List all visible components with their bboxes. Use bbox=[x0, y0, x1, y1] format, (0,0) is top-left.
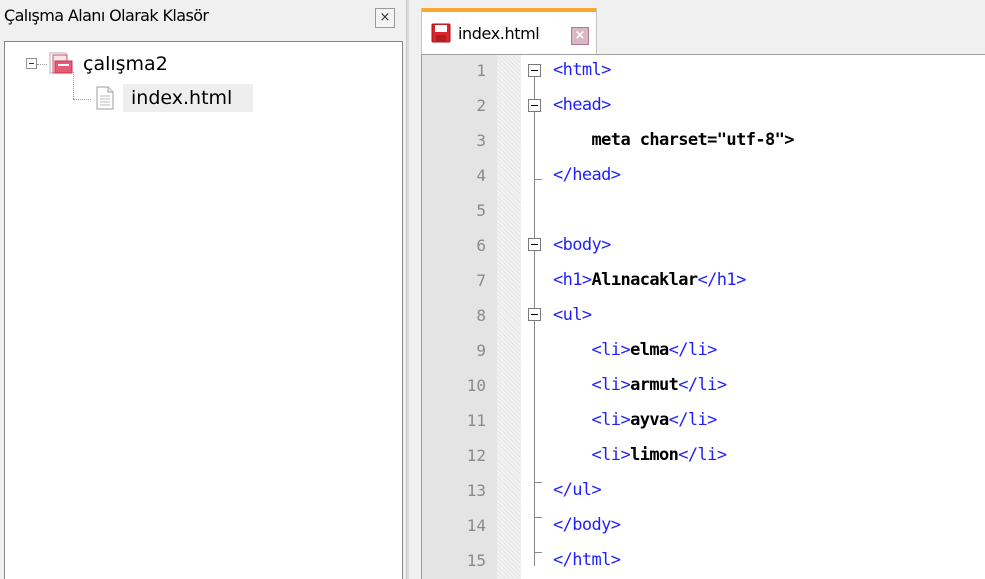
code-editor[interactable]: 1 2 3 4 5 6 7 8 9 10 11 12 13 14 15 <html> <head> meta … bbox=[421, 54, 985, 579]
code-line: <li>limon</li> bbox=[553, 445, 728, 465]
tree-connector bbox=[73, 99, 91, 100]
fold-guide bbox=[534, 77, 535, 99]
line-number: 7 bbox=[476, 271, 486, 290]
panel-title-bar: Çalışma Alanı Olarak Klasör × bbox=[0, 0, 405, 38]
tree-item-root[interactable]: çalışma2 bbox=[5, 50, 395, 78]
tab-label: index.html bbox=[458, 24, 540, 43]
line-number: 11 bbox=[466, 411, 486, 430]
code-line: <ul> bbox=[553, 305, 592, 325]
code-text: Alınacaklar bbox=[591, 270, 699, 290]
tab-close-button[interactable]: × bbox=[571, 27, 589, 45]
tree-connector bbox=[37, 64, 47, 65]
code-tag: </li> bbox=[678, 445, 727, 465]
code-line: </body> bbox=[553, 515, 621, 535]
code-text: elma bbox=[630, 340, 669, 360]
fold-guide bbox=[534, 251, 535, 308]
tree-item-label: çalışma2 bbox=[83, 53, 168, 75]
fold-toggle-icon[interactable] bbox=[528, 308, 541, 321]
code-text: meta charset="utf-8"> bbox=[553, 130, 795, 150]
code-line: <li>ayva</li> bbox=[553, 410, 718, 430]
tab-active-accent bbox=[422, 8, 596, 12]
code-tag: </li> bbox=[678, 375, 727, 395]
code-tag: </html> bbox=[553, 550, 621, 570]
tree-item-file[interactable]: index.html bbox=[5, 84, 395, 112]
fold-margin[interactable] bbox=[497, 55, 521, 579]
code-tag: </body> bbox=[553, 515, 621, 535]
code-tag: <li> bbox=[553, 375, 631, 395]
code-line: <li>elma</li> bbox=[553, 340, 718, 360]
panel-close-button[interactable]: × bbox=[375, 8, 395, 28]
line-number: 1 bbox=[476, 61, 486, 80]
code-line: </ul> bbox=[553, 480, 602, 500]
fold-end-marker bbox=[534, 517, 542, 518]
line-number: 14 bbox=[466, 516, 486, 535]
code-line: </html> bbox=[553, 550, 621, 570]
close-icon: × bbox=[379, 10, 391, 25]
fold-guide bbox=[534, 112, 535, 238]
code-tag: <li> bbox=[553, 410, 631, 430]
code-tag: </li> bbox=[668, 410, 718, 430]
line-number: 10 bbox=[466, 376, 486, 395]
code-tag: <h1> bbox=[553, 270, 592, 290]
code-text: limon bbox=[630, 445, 679, 465]
fold-toggle-icon[interactable] bbox=[528, 238, 541, 251]
collapse-icon[interactable] bbox=[26, 58, 37, 69]
line-number: 15 bbox=[466, 551, 486, 570]
code-line: meta charset="utf-8"> bbox=[553, 130, 795, 150]
line-number: 3 bbox=[476, 131, 486, 150]
save-icon bbox=[431, 23, 451, 43]
code-line: <body> bbox=[553, 235, 611, 255]
code-tag: <li> bbox=[553, 340, 631, 360]
code-line: <html> bbox=[553, 60, 611, 80]
tab-index-html[interactable]: index.html × bbox=[421, 8, 597, 54]
line-number: 5 bbox=[476, 201, 486, 220]
line-number: 2 bbox=[476, 96, 486, 115]
code-tag: <li> bbox=[553, 445, 631, 465]
line-number: 13 bbox=[466, 481, 486, 500]
close-icon: × bbox=[574, 28, 586, 43]
fold-toggle-icon[interactable] bbox=[528, 64, 541, 77]
code-tag: <body> bbox=[553, 235, 611, 255]
line-number: 4 bbox=[476, 166, 486, 185]
workspace-panel: Çalışma Alanı Olarak Klasör × çalışma2 i… bbox=[0, 0, 405, 579]
line-number: 12 bbox=[466, 446, 486, 465]
fold-end-marker bbox=[534, 482, 542, 483]
tree-item-label: index.html bbox=[131, 87, 233, 109]
folder-icon bbox=[49, 52, 73, 74]
fold-toggle-icon[interactable] bbox=[528, 99, 541, 112]
code-tag: <ul> bbox=[553, 305, 592, 325]
line-number: 8 bbox=[476, 306, 486, 325]
fold-end-marker bbox=[534, 552, 542, 553]
code-text: armut bbox=[630, 375, 679, 395]
panel-title: Çalışma Alanı Olarak Klasör bbox=[4, 6, 209, 25]
line-number: 9 bbox=[476, 341, 486, 360]
file-icon bbox=[96, 86, 114, 110]
tab-bar: index.html × bbox=[421, 0, 985, 54]
code-tag: </head> bbox=[553, 165, 621, 185]
line-number: 6 bbox=[476, 236, 486, 255]
code-tag: <head> bbox=[553, 95, 611, 115]
folder-tree: çalışma2 index.html bbox=[4, 41, 403, 579]
code-tag: </ul> bbox=[553, 480, 602, 500]
code-tag: <html> bbox=[553, 60, 611, 80]
code-tag: </h1> bbox=[697, 270, 747, 290]
fold-end-marker bbox=[534, 179, 542, 180]
splitter-handle[interactable] bbox=[406, 0, 409, 579]
code-line: </head> bbox=[553, 165, 621, 185]
code-line: <head> bbox=[553, 95, 611, 115]
code-text: ayva bbox=[630, 410, 669, 430]
code-tag: </li> bbox=[668, 340, 718, 360]
fold-guide bbox=[534, 321, 535, 566]
code-line: <h1>Alınacaklar</h1> bbox=[553, 270, 746, 290]
code-line: <li>armut</li> bbox=[553, 375, 728, 395]
